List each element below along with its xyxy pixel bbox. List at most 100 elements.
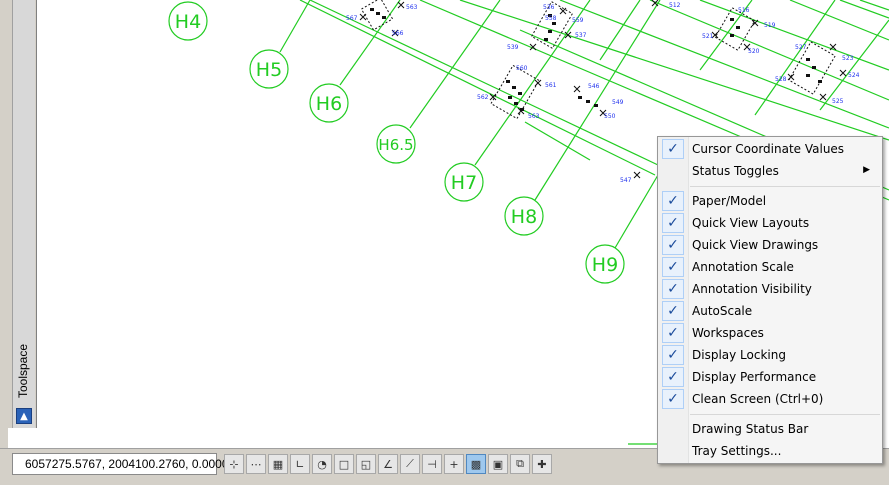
menu-item-label: Workspaces: [692, 326, 764, 340]
pile-label: 528: [775, 76, 787, 83]
cursor-coordinates[interactable]: 6057275.5767, 2004100.2760, 0.0000: [12, 453, 229, 475]
grid-label: H4: [175, 11, 201, 33]
grid-bubble-h4: H4: [168, 1, 208, 41]
quick-properties-toggle[interactable]: ▣: [488, 454, 508, 474]
polar-tracking-toggle[interactable]: ◔: [312, 454, 332, 474]
pile-label: 562: [477, 94, 489, 101]
grid-label: H6.5: [378, 136, 413, 154]
pile-label: 537: [575, 32, 587, 39]
object-snap-tracking-toggle[interactable]: ∠: [378, 454, 398, 474]
checkmark-icon: ✓: [662, 191, 684, 211]
grid-label: H5: [256, 59, 282, 81]
pile-label: 559: [572, 17, 584, 24]
menu-item-display-performance[interactable]: ✓ Display Performance: [660, 367, 880, 389]
checkmark-icon: ✓: [662, 323, 684, 343]
toolspace-palette[interactable]: Toolspace ▲: [0, 0, 37, 428]
palette-menu-icon[interactable]: ▲: [16, 408, 32, 424]
dynamic-input-toggle[interactable]: ⊣: [422, 454, 442, 474]
pile-label: 519: [764, 22, 776, 29]
menu-item-label: Quick View Drawings: [692, 238, 819, 252]
menu-item-label: Annotation Visibility: [692, 282, 812, 296]
grid-display-toggle[interactable]: ▦: [268, 454, 288, 474]
checkmark-icon: ✓: [662, 139, 684, 159]
selection-cycling-toggle[interactable]: ⧉: [510, 454, 530, 474]
menu-item-clean-screen-ctrl-0[interactable]: ✓ Clean Screen (Ctrl+0): [660, 389, 880, 411]
menu-item-label: Cursor Coordinate Values: [692, 142, 845, 156]
lineweight-toggle[interactable]: +: [444, 454, 464, 474]
menu-item-status-toggles[interactable]: Status Toggles ▶: [660, 161, 880, 183]
transparency-toggle[interactable]: ▩: [466, 454, 486, 474]
pile-label: 549: [612, 99, 624, 106]
checkmark-icon: ✓: [662, 235, 684, 255]
menu-item-paper-model[interactable]: ✓ Paper/Model: [660, 191, 880, 213]
pile-cluster: 547: [620, 171, 641, 184]
snap-mode-toggle[interactable]: ⋯: [246, 454, 266, 474]
checkmark-icon: ✓: [662, 389, 684, 409]
menu-item-label: Display Performance: [692, 370, 817, 384]
pile-cluster: 536 539 537 558 559: [507, 0, 587, 51]
grid-label: H6: [316, 93, 342, 115]
pile-label: 516: [738, 7, 750, 14]
pile-cluster: 567 563 566: [346, 0, 418, 37]
pile-label: 566: [392, 30, 404, 37]
submenu-arrow-icon: ▶: [863, 165, 870, 175]
pile-label: 525: [832, 98, 844, 105]
checkmark-icon: ✓: [662, 301, 684, 321]
pile-label: 539: [507, 44, 519, 51]
pile-label: 527: [795, 44, 807, 51]
checkmark-icon: ✓: [662, 279, 684, 299]
menu-item-label: Clean Screen (Ctrl+0): [692, 392, 824, 406]
menu-item-label: Quick View Layouts: [692, 216, 810, 230]
3d-object-snap-toggle[interactable]: ◱: [356, 454, 376, 474]
object-snap-toggle[interactable]: □: [334, 454, 354, 474]
grid-bubble-h7: H7: [444, 162, 484, 202]
pile-label: 520: [748, 48, 760, 55]
pile-label: 512: [669, 2, 681, 9]
menu-item-autoscale[interactable]: ✓ AutoScale: [660, 301, 880, 323]
pile-cluster: 527 523 524 525 528: [775, 41, 860, 105]
menu-item-label: Tray Settings...: [692, 444, 782, 458]
grid-bubble-h8: H8: [504, 196, 544, 236]
grid-bubble-h6: H6: [309, 83, 349, 123]
menu-item-label: Annotation Scale: [692, 260, 794, 274]
pile-label: 567: [346, 15, 358, 22]
pile-label: 561: [545, 82, 557, 89]
pile-label: 536: [543, 4, 555, 11]
grid-bubble-h6-5: H6.5: [376, 124, 416, 164]
pile-label: 546: [588, 83, 600, 90]
menu-item-label: Paper/Model: [692, 194, 767, 208]
menu-item-display-locking[interactable]: ✓ Display Locking: [660, 345, 880, 367]
menu-item-workspaces[interactable]: ✓ Workspaces: [660, 323, 880, 345]
pile-label: 521: [702, 33, 714, 40]
annotation-monitor-toggle[interactable]: ✚: [532, 454, 552, 474]
grid-bubble-h9: H9: [585, 244, 625, 284]
pile-label: 563: [528, 113, 540, 120]
menu-item-label: Drawing Status Bar: [692, 422, 809, 436]
menu-item-quick-view-drawings[interactable]: ✓ Quick View Drawings: [660, 235, 880, 257]
grid-label: H8: [511, 206, 537, 228]
checkmark-icon: ✓: [662, 345, 684, 365]
pile-label: 560: [516, 65, 528, 72]
pile-label: 563: [406, 4, 418, 11]
ortho-mode-toggle[interactable]: ∟: [290, 454, 310, 474]
status-bar-context-menu: ✓ Cursor Coordinate Values Status Toggles ▶…: [657, 136, 883, 464]
menu-item-quick-view-layouts[interactable]: ✓ Quick View Layouts: [660, 213, 880, 235]
pile-label: 524: [848, 72, 860, 79]
menu-item-tray-settings[interactable]: Tray Settings...: [660, 441, 880, 463]
grid-bubble-h5: H5: [249, 49, 289, 89]
pile-label: 523: [842, 55, 854, 62]
menu-item-cursor-coordinate-values[interactable]: ✓ Cursor Coordinate Values: [660, 139, 880, 161]
pile-label: 550: [604, 113, 616, 120]
menu-separator: [690, 414, 880, 415]
infer-constraints-toggle[interactable]: ⊹: [224, 454, 244, 474]
dynamic-ucs-toggle[interactable]: ⟋: [400, 454, 420, 474]
menu-item-annotation-visibility[interactable]: ✓ Annotation Visibility: [660, 279, 880, 301]
grid-leaders: [279, 0, 661, 249]
checkmark-icon: ✓: [662, 257, 684, 277]
checkmark-icon: ✓: [662, 367, 684, 387]
menu-item-drawing-status-bar[interactable]: Drawing Status Bar: [660, 419, 880, 441]
menu-item-annotation-scale[interactable]: ✓ Annotation Scale: [660, 257, 880, 279]
menu-separator: [690, 186, 880, 187]
pile-label: 558: [545, 15, 557, 22]
menu-item-label: Status Toggles: [692, 164, 779, 178]
